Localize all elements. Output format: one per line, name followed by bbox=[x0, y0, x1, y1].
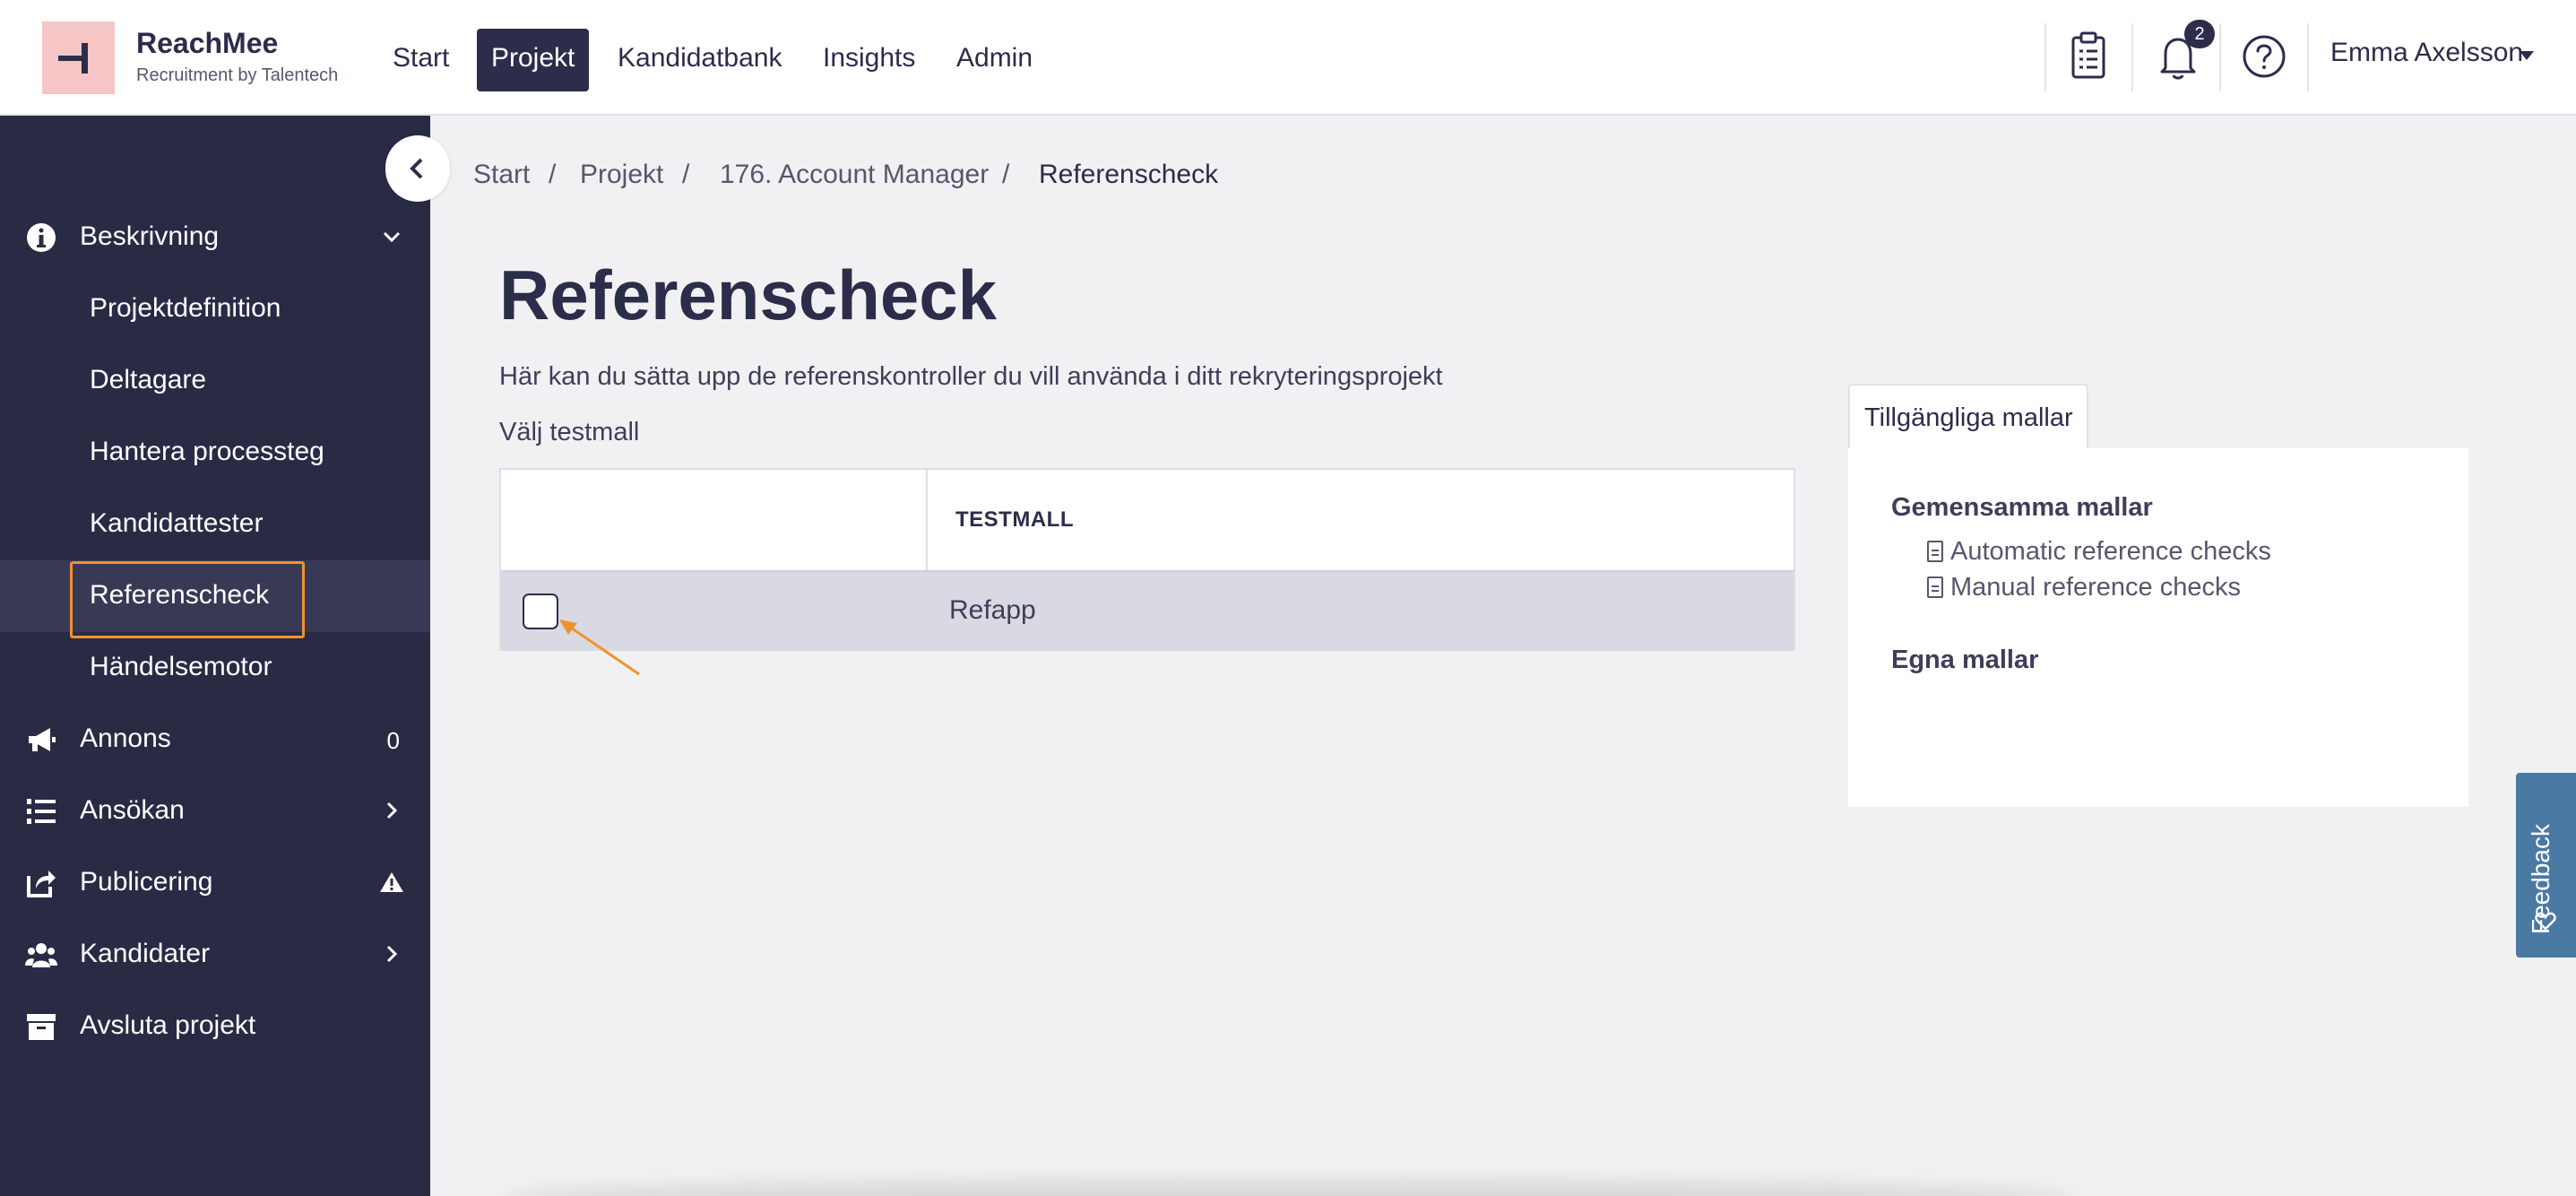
template-link-automatic[interactable]: Automatic reference checks bbox=[1927, 537, 2271, 567]
sidebar-item-publicering[interactable]: Publicering bbox=[0, 847, 430, 919]
pointer-arrow-annotation bbox=[559, 620, 640, 676]
sidebar-subitem-projektdefinition[interactable]: Projektdefinition bbox=[0, 273, 430, 345]
nav-start[interactable]: Start bbox=[393, 29, 449, 91]
sidebar: Beskrivning Projektdefinition Deltagare … bbox=[0, 116, 430, 1196]
archive-icon bbox=[27, 1014, 56, 1040]
sidebar-subitem-handelsemotor[interactable]: Händelsemotor bbox=[0, 632, 430, 704]
table-row[interactable]: Refapp bbox=[501, 572, 1794, 651]
top-navigation-bar: ReachMee Recruitment by Talentech Start … bbox=[0, 0, 2576, 116]
chevron-right-icon[interactable] bbox=[378, 940, 405, 967]
sidebar-item-label: Annons bbox=[80, 724, 171, 753]
help-icon[interactable] bbox=[2239, 27, 2289, 86]
sidebar-subitem-label: Projektdefinition bbox=[90, 293, 281, 323]
breadcrumb-separator: / bbox=[1002, 160, 1010, 189]
template-link-manual[interactable]: Manual reference checks bbox=[1927, 573, 2241, 602]
breadcrumb-project-name[interactable]: 176. Account Manager bbox=[720, 160, 989, 190]
header-divider bbox=[2044, 23, 2046, 91]
clipboard-icon[interactable] bbox=[2063, 27, 2114, 86]
breadcrumb-projekt[interactable]: Projekt bbox=[580, 160, 663, 190]
template-name-cell: Refapp bbox=[949, 595, 1036, 625]
caret-down-icon[interactable] bbox=[2520, 51, 2534, 60]
sidebar-item-label: Kandidater bbox=[80, 939, 211, 968]
sidebar-subitem-deltagare[interactable]: Deltagare bbox=[0, 345, 430, 417]
nav-projekt[interactable]: Projekt bbox=[477, 29, 590, 91]
logo-mark bbox=[58, 56, 83, 61]
share-icon bbox=[27, 871, 56, 897]
document-icon bbox=[1927, 576, 1943, 598]
available-templates-panel: Gemensamma mallar Automatic reference ch… bbox=[1848, 448, 2468, 807]
sidebar-item-label: Beskrivning bbox=[80, 221, 220, 251]
annons-count: 0 bbox=[386, 727, 400, 754]
sidebar-subitem-label: Deltagare bbox=[90, 365, 207, 394]
sidebar-subitem-hantera-processteg[interactable]: Hantera processteg bbox=[0, 417, 430, 489]
template-link-label: Manual reference checks bbox=[1950, 573, 2241, 602]
reachmee-logo[interactable] bbox=[42, 22, 115, 94]
select-template-label: Välj testmall bbox=[499, 418, 640, 446]
row-select-checkbox[interactable] bbox=[523, 594, 558, 629]
chevron-down-icon[interactable] bbox=[378, 223, 405, 250]
header-divider bbox=[2307, 23, 2309, 91]
sidebar-subitem-label: Händelsemotor bbox=[90, 652, 272, 681]
chevron-right-icon[interactable] bbox=[378, 797, 405, 824]
sidebar-item-kandidater[interactable]: Kandidater bbox=[0, 919, 430, 991]
feedback-label: Feedback bbox=[2527, 824, 2554, 934]
document-icon bbox=[1927, 541, 1943, 562]
sidebar-item-annons[interactable]: Annons 0 bbox=[0, 704, 430, 776]
nav-insights[interactable]: Insights bbox=[823, 29, 915, 91]
template-table: TESTMALL Refapp bbox=[499, 468, 1795, 651]
brand-name: ReachMee bbox=[136, 27, 279, 59]
collapse-sidebar-button[interactable] bbox=[385, 135, 450, 202]
sidebar-item-avsluta-projekt[interactable]: Avsluta projekt bbox=[0, 991, 430, 1062]
sidebar-subitem-label: Hantera processteg bbox=[90, 437, 324, 466]
nav-admin[interactable]: Admin bbox=[956, 29, 1033, 91]
chevron-left-icon bbox=[410, 158, 423, 179]
nav-kandidatbank[interactable]: Kandidatbank bbox=[618, 29, 782, 91]
breadcrumb-separator: / bbox=[682, 160, 690, 189]
tab-label: Tillgängliga mallar bbox=[1864, 403, 2073, 432]
sidebar-item-label: Publicering bbox=[80, 867, 213, 897]
brand-tagline: Recruitment by Talentech bbox=[136, 65, 339, 85]
info-circle-icon bbox=[27, 223, 56, 252]
header-divider bbox=[2219, 23, 2221, 91]
numbered-list-icon bbox=[27, 799, 56, 824]
sidebar-item-label: Ansökan bbox=[80, 795, 185, 825]
column-header-testmall[interactable]: TESTMALL bbox=[955, 507, 1074, 533]
table-column-divider bbox=[926, 470, 928, 570]
selected-item-highlight bbox=[70, 561, 305, 638]
warning-icon bbox=[380, 872, 403, 892]
bottom-shadow-decoration bbox=[502, 1180, 2079, 1196]
feedback-button[interactable]: Feedback bbox=[2516, 773, 2576, 958]
logo-mark-stem bbox=[82, 43, 88, 74]
sidebar-subitem-label: Kandidattester bbox=[90, 508, 264, 538]
users-icon bbox=[25, 943, 57, 967]
common-templates-heading: Gemensamma mallar bbox=[1891, 493, 2153, 522]
template-link-label: Automatic reference checks bbox=[1950, 537, 2271, 566]
sidebar-item-beskrivning[interactable]: Beskrivning bbox=[0, 202, 430, 273]
sidebar-item-ansokan[interactable]: Ansökan bbox=[0, 776, 430, 847]
tab-tillgangliga-mallar[interactable]: Tillgängliga mallar bbox=[1848, 384, 2088, 450]
page-title: Referenscheck bbox=[499, 256, 997, 334]
header-divider bbox=[2131, 23, 2133, 91]
own-templates-heading: Egna mallar bbox=[1891, 646, 2039, 674]
breadcrumb-separator: / bbox=[549, 160, 557, 189]
breadcrumb-current: Referenscheck bbox=[1039, 160, 1219, 189]
sidebar-subitem-kandidattester[interactable]: Kandidattester bbox=[0, 489, 430, 560]
page-description: Här kan du sätta upp de referenskontroll… bbox=[499, 362, 1443, 391]
sidebar-item-label: Avsluta projekt bbox=[80, 1010, 256, 1040]
user-menu[interactable]: Emma Axelsson bbox=[2330, 38, 2523, 68]
megaphone-icon bbox=[29, 728, 56, 751]
breadcrumb-start[interactable]: Start bbox=[473, 160, 530, 190]
notification-count-badge: 2 bbox=[2184, 20, 2215, 48]
